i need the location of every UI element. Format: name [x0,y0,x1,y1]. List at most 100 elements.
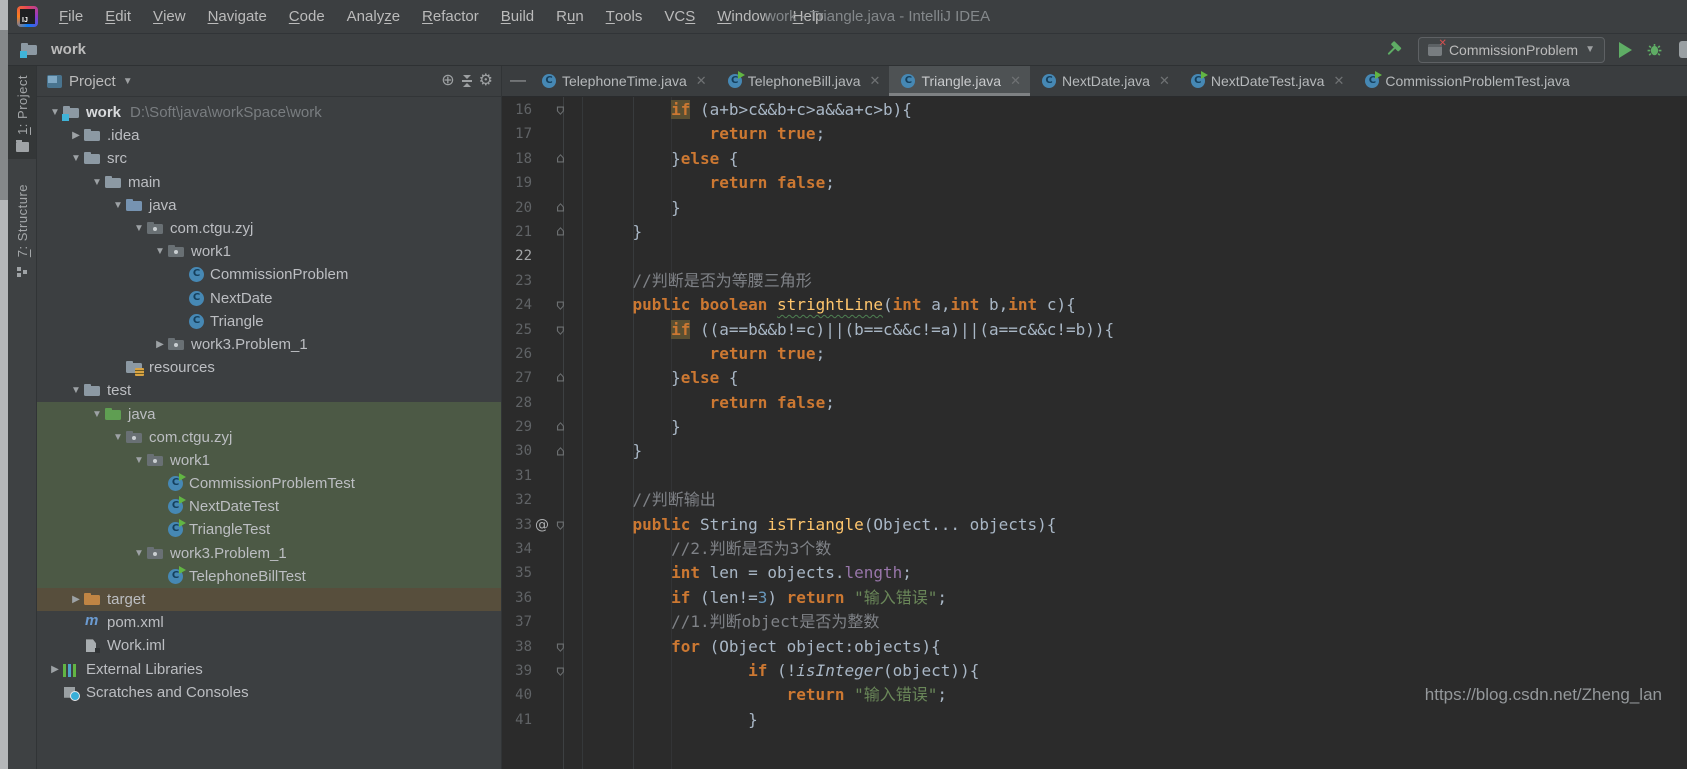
code-line-16[interactable]: 16 if (a+b>c&&b+c>a&&a+c>b){ [502,98,1687,122]
chevron-expanded-icon[interactable]: ▼ [89,177,105,188]
line-number[interactable]: 25 [502,318,532,342]
menu-vcs[interactable]: VCS [653,0,706,33]
run-configuration-select[interactable]: CommissionProblem ▼ [1418,37,1605,63]
close-icon[interactable]: ✕ [1010,73,1021,89]
line-number[interactable]: 23 [502,269,532,293]
line-number[interactable]: 39 [502,659,532,683]
menu-code[interactable]: Code [278,0,336,33]
tree-item-external-libraries[interactable]: ▶External Libraries [37,658,501,681]
code-line-38[interactable]: 38 for (Object object:objects){ [502,635,1687,659]
tab-telephonetime-java[interactable]: TelephoneTime.java✕ [530,66,716,96]
fold-down-icon[interactable] [552,293,574,317]
clipped-toolbar-icon[interactable] [1679,41,1687,58]
chevron-collapsed-icon[interactable]: ▶ [68,130,84,141]
code-line-17[interactable]: 17 return true; [502,122,1687,146]
chevron-expanded-icon[interactable]: ▼ [110,200,126,211]
code-line-18[interactable]: 18 }else { [502,147,1687,171]
code-line-24[interactable]: 24 public boolean strightLine(int a,int … [502,293,1687,317]
code-line-33[interactable]: 33@ public String isTriangle(Object... o… [502,513,1687,537]
fold-down-icon[interactable] [552,318,574,342]
tree-item-commissionproblem[interactable]: CommissionProblem [37,263,501,286]
line-number[interactable]: 26 [502,342,532,366]
chevron-expanded-icon[interactable]: ▼ [68,385,84,396]
code-line-41[interactable]: 41 } [502,708,1687,732]
collapse-all-icon[interactable] [462,75,472,87]
tree-item-telephonebilltest[interactable]: TelephoneBillTest [37,565,501,588]
menu-view[interactable]: View [142,0,197,33]
chevron-expanded-icon[interactable]: ▼ [152,246,168,257]
tree-item-work-iml[interactable]: Work.iml [37,634,501,657]
tree-item-scratches-and-consoles[interactable]: Scratches and Consoles [37,681,501,704]
line-number[interactable]: 37 [502,610,532,634]
fold-down-icon[interactable] [552,98,574,122]
code-line-32[interactable]: 32 //判断输出 [502,488,1687,512]
page-scrollbar-thumb[interactable] [0,30,8,200]
menu-edit[interactable]: Edit [94,0,142,33]
chevron-down-icon[interactable]: ▼ [123,76,133,87]
line-number[interactable]: 41 [502,708,532,732]
chevron-expanded-icon[interactable]: ▼ [68,153,84,164]
line-number[interactable]: 38 [502,635,532,659]
line-number[interactable]: 36 [502,586,532,610]
line-number[interactable]: 21 [502,220,532,244]
menu-run[interactable]: Run [545,0,595,33]
tree-item-work1[interactable]: ▼work1 [37,449,501,472]
code-line-35[interactable]: 35 int len = objects.length; [502,561,1687,585]
tree-item-nextdatetest[interactable]: NextDateTest [37,495,501,518]
line-number[interactable]: 16 [502,98,532,122]
tab-triangle-java[interactable]: Triangle.java✕ [889,66,1030,96]
line-number[interactable]: 33 [502,513,532,537]
line-number[interactable]: 34 [502,537,532,561]
code-line-37[interactable]: 37 //1.判断object是否为整数 [502,610,1687,634]
code-line-27[interactable]: 27 }else { [502,366,1687,390]
line-number[interactable]: 18 [502,147,532,171]
menu-tools[interactable]: Tools [595,0,654,33]
line-number[interactable]: 32 [502,488,532,512]
close-icon[interactable]: ✕ [1159,73,1170,89]
run-button[interactable] [1619,42,1632,58]
locate-icon[interactable]: ⊕ [441,73,454,89]
close-icon[interactable]: ✕ [1333,73,1344,89]
breadcrumb[interactable]: work [21,41,86,58]
tab-nextdatetest-java[interactable]: NextDateTest.java✕ [1179,66,1354,96]
fold-up-icon[interactable] [552,366,574,390]
line-number[interactable]: 31 [502,464,532,488]
tree-item-triangle[interactable]: Triangle [37,310,501,333]
tab-nextdate-java[interactable]: NextDate.java✕ [1030,66,1179,96]
close-icon[interactable]: ✕ [696,73,707,89]
tree-item-main[interactable]: ▼main [37,171,501,194]
tree-item-java[interactable]: ▼java [37,402,501,425]
code-line-19[interactable]: 19 return false; [502,171,1687,195]
chevron-expanded-icon[interactable]: ▼ [131,455,147,466]
code-line-30[interactable]: 30 } [502,439,1687,463]
line-number[interactable]: 35 [502,561,532,585]
line-number[interactable]: 27 [502,366,532,390]
code-line-36[interactable]: 36 if (len!=3) return "输入错误"; [502,586,1687,610]
code-line-20[interactable]: 20 } [502,196,1687,220]
tree-item-com-ctgu-zyj[interactable]: ▼com.ctgu.zyj [37,426,501,449]
line-number[interactable]: 24 [502,293,532,317]
code-line-31[interactable]: 31 [502,464,1687,488]
hide-panel-icon[interactable]: — [506,66,530,96]
build-hammer-icon[interactable] [1385,40,1404,59]
line-number[interactable]: 40 [502,683,532,707]
tree-item-nextdate[interactable]: NextDate [37,287,501,310]
fold-up-icon[interactable] [552,439,574,463]
fold-up-icon[interactable] [552,147,574,171]
chevron-expanded-icon[interactable]: ▼ [110,432,126,443]
chevron-collapsed-icon[interactable]: ▶ [47,664,63,675]
menu-navigate[interactable]: Navigate [197,0,278,33]
fold-down-icon[interactable] [552,635,574,659]
menu-build[interactable]: Build [490,0,545,33]
chevron-collapsed-icon[interactable]: ▶ [152,339,168,350]
chevron-expanded-icon[interactable]: ▼ [131,548,147,559]
menu-refactor[interactable]: Refactor [411,0,490,33]
debug-button[interactable] [1646,41,1663,58]
menu-analyze[interactable]: Analyze [336,0,411,33]
code-line-25[interactable]: 25 if ((a==b&&b!=c)||(b==c&&c!=a)||(a==c… [502,318,1687,342]
chevron-expanded-icon[interactable]: ▼ [47,107,63,118]
line-number[interactable]: 19 [502,171,532,195]
toolwindow-project[interactable]: 1: Project [8,66,36,159]
tree-item-test[interactable]: ▼test [37,379,501,402]
line-number[interactable]: 22 [502,244,532,268]
